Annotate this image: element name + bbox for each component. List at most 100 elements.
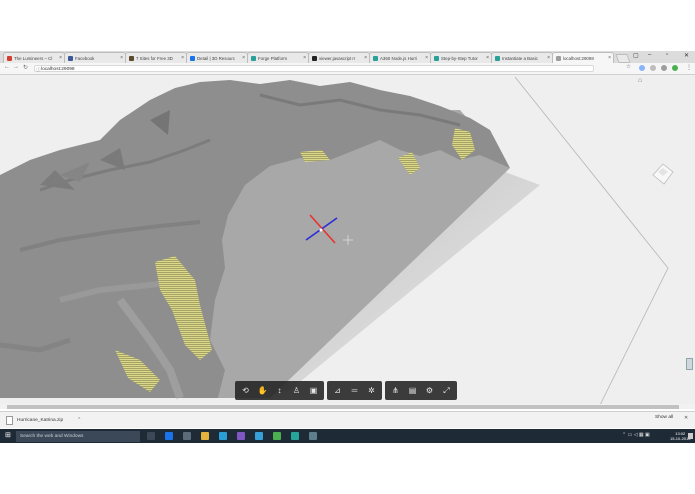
forge-viewer[interactable]: ⌂ [0,75,695,407]
download-item[interactable]: Hurricane_Katrina.zip ⌃ [6,415,81,425]
close-icon[interactable]: ✕ [684,415,688,421]
chrome-icon[interactable] [273,432,281,440]
properties-icon[interactable]: ▤ [404,382,421,399]
zoom-icon[interactable]: ↕ [271,382,288,399]
back-icon[interactable]: ← [4,64,10,70]
window-close-icon[interactable]: ✕ [684,52,689,59]
browser-tab[interactable]: Facebook × [64,52,126,63]
top-margin [0,0,695,51]
browser-tab[interactable]: The Lumineers – Cl × [3,52,65,63]
viewer-toolbar: ⟲ ✋ ↕ ♙ ▣ ⊿ ═ ✲ ⋔ ▤ ⚙ ⤢ [235,381,457,400]
settings-icon[interactable]: ⚙ [421,382,438,399]
tab-close-icon[interactable]: × [181,55,184,61]
tab-label: Forge Platform [258,55,288,61]
tab-close-icon[interactable]: × [59,55,62,61]
extension-icon[interactable] [639,65,645,71]
visual-studio-icon[interactable] [237,432,245,440]
horizontal-scrollbar[interactable] [0,404,695,409]
orbit-icon[interactable]: ⟲ [237,382,254,399]
bookmark-star-icon[interactable]: ☆ [626,64,631,70]
menu-icon[interactable]: ⋮ [686,64,692,71]
tab-favicon-icon [373,55,378,61]
settings-tools: ⋔ ▤ ⚙ ⤢ [385,381,457,400]
show-all-link[interactable]: Show all [655,415,673,420]
task-view-icon[interactable] [147,432,155,440]
model-browser-icon[interactable]: ⋔ [387,382,404,399]
navigation-tools: ⟲ ✋ ↕ ♙ ▣ [235,381,324,400]
minimize-icon[interactable]: – [648,52,651,58]
tab-label: 7 Sites for Free 3D [136,55,173,61]
view-cube[interactable] [652,163,674,185]
home-icon[interactable]: ⌂ [638,77,642,84]
tab-label: The Lumineers – Cl [14,55,53,61]
download-filename: Hurricane_Katrina.zip [17,417,64,423]
vertical-scrollbar[interactable] [686,358,693,370]
browser-tab[interactable]: 7 Sites for Free 3D × [125,52,187,63]
tab-close-icon[interactable]: × [120,55,123,61]
system-tray-icons[interactable]: ⌃ ▭ ◁ ▦ ▣ [622,432,650,438]
pan-icon[interactable]: ✋ [254,382,271,399]
app-icon[interactable] [219,432,227,440]
fullscreen-icon[interactable]: ⤢ [438,382,455,399]
profile-icon[interactable]: ▢ [633,52,639,59]
section-icon[interactable]: ═ [346,382,363,399]
app-icon[interactable] [291,432,299,440]
tab-close-icon[interactable]: × [364,55,367,61]
forward-icon[interactable]: → [13,64,19,70]
tab-label: Detail | 3D Resourc [197,55,235,61]
modeling-tools: ⊿ ═ ✲ [327,381,382,400]
url-input[interactable]: ⓘ localhost:29098 [34,64,594,72]
app-icon[interactable] [255,432,263,440]
tab-favicon-icon [312,55,317,61]
camera-icon[interactable]: ▣ [305,382,322,399]
browser-tab[interactable]: A360 Node.js Hurri × [369,52,431,63]
chevron-up-icon[interactable]: ⌃ [77,418,81,423]
new-tab-button[interactable] [615,54,631,63]
tab-label: Facebook [75,55,95,61]
extension-icon[interactable] [650,65,656,71]
tab-label: A360 Node.js Hurri [380,55,418,61]
explode-icon[interactable]: ✲ [363,382,380,399]
tab-close-icon[interactable]: × [242,55,245,61]
tab-favicon-icon [251,55,256,61]
extension-icon[interactable] [661,65,667,71]
page-icon: ⓘ [36,66,41,72]
edge-icon[interactable] [165,432,173,440]
file-icon [6,415,13,425]
measure-icon[interactable]: ⊿ [329,382,346,399]
tab-favicon-icon [434,55,439,61]
tab-close-icon[interactable]: × [608,55,611,61]
file-explorer-icon[interactable] [201,432,209,440]
taskbar-search[interactable]: Search the web and Windows [16,430,140,442]
bottom-margin [0,443,695,494]
browser-tab[interactable]: viewer.javascript rr × [308,52,370,63]
browser-tab[interactable]: Step-by-Step Tutor × [430,52,492,63]
tab-close-icon[interactable]: × [425,55,428,61]
tab-label: Instantiate a Basic [502,55,538,61]
tab-close-icon[interactable]: × [303,55,306,61]
tab-close-icon[interactable]: × [486,55,489,61]
maximize-icon[interactable]: ▫ [666,52,668,58]
first-person-icon[interactable]: ♙ [288,382,305,399]
windows-taskbar: ⊞ Search the web and Windows ⌃ ▭ ◁ ▦ ▣ 1… [0,429,695,443]
tab-favicon-icon [7,55,12,61]
store-icon[interactable] [183,432,191,440]
reload-icon[interactable]: ↻ [23,64,28,71]
app-icon[interactable] [309,432,317,440]
tab-label: viewer.javascript rr [319,55,356,61]
tab-favicon-icon [129,55,134,61]
browser-tab[interactable]: localhost:29098 × [552,52,614,63]
terrain-model[interactable] [0,75,695,407]
tab-favicon-icon [495,55,500,61]
browser-tab[interactable]: Forge Platform × [247,52,309,63]
browser-tab[interactable]: Instantiate a Basic × [491,52,553,63]
tab-label: Step-by-Step Tutor [441,55,478,61]
tab-close-icon[interactable]: × [547,55,550,61]
notification-icon[interactable] [688,433,693,439]
tab-favicon-icon [556,55,561,61]
extension-icon[interactable] [672,65,678,71]
scrollbar-thumb[interactable] [7,404,679,409]
tab-favicon-icon [190,55,195,61]
windows-start-icon[interactable]: ⊞ [5,432,11,440]
browser-tab[interactable]: Detail | 3D Resourc × [186,52,248,63]
